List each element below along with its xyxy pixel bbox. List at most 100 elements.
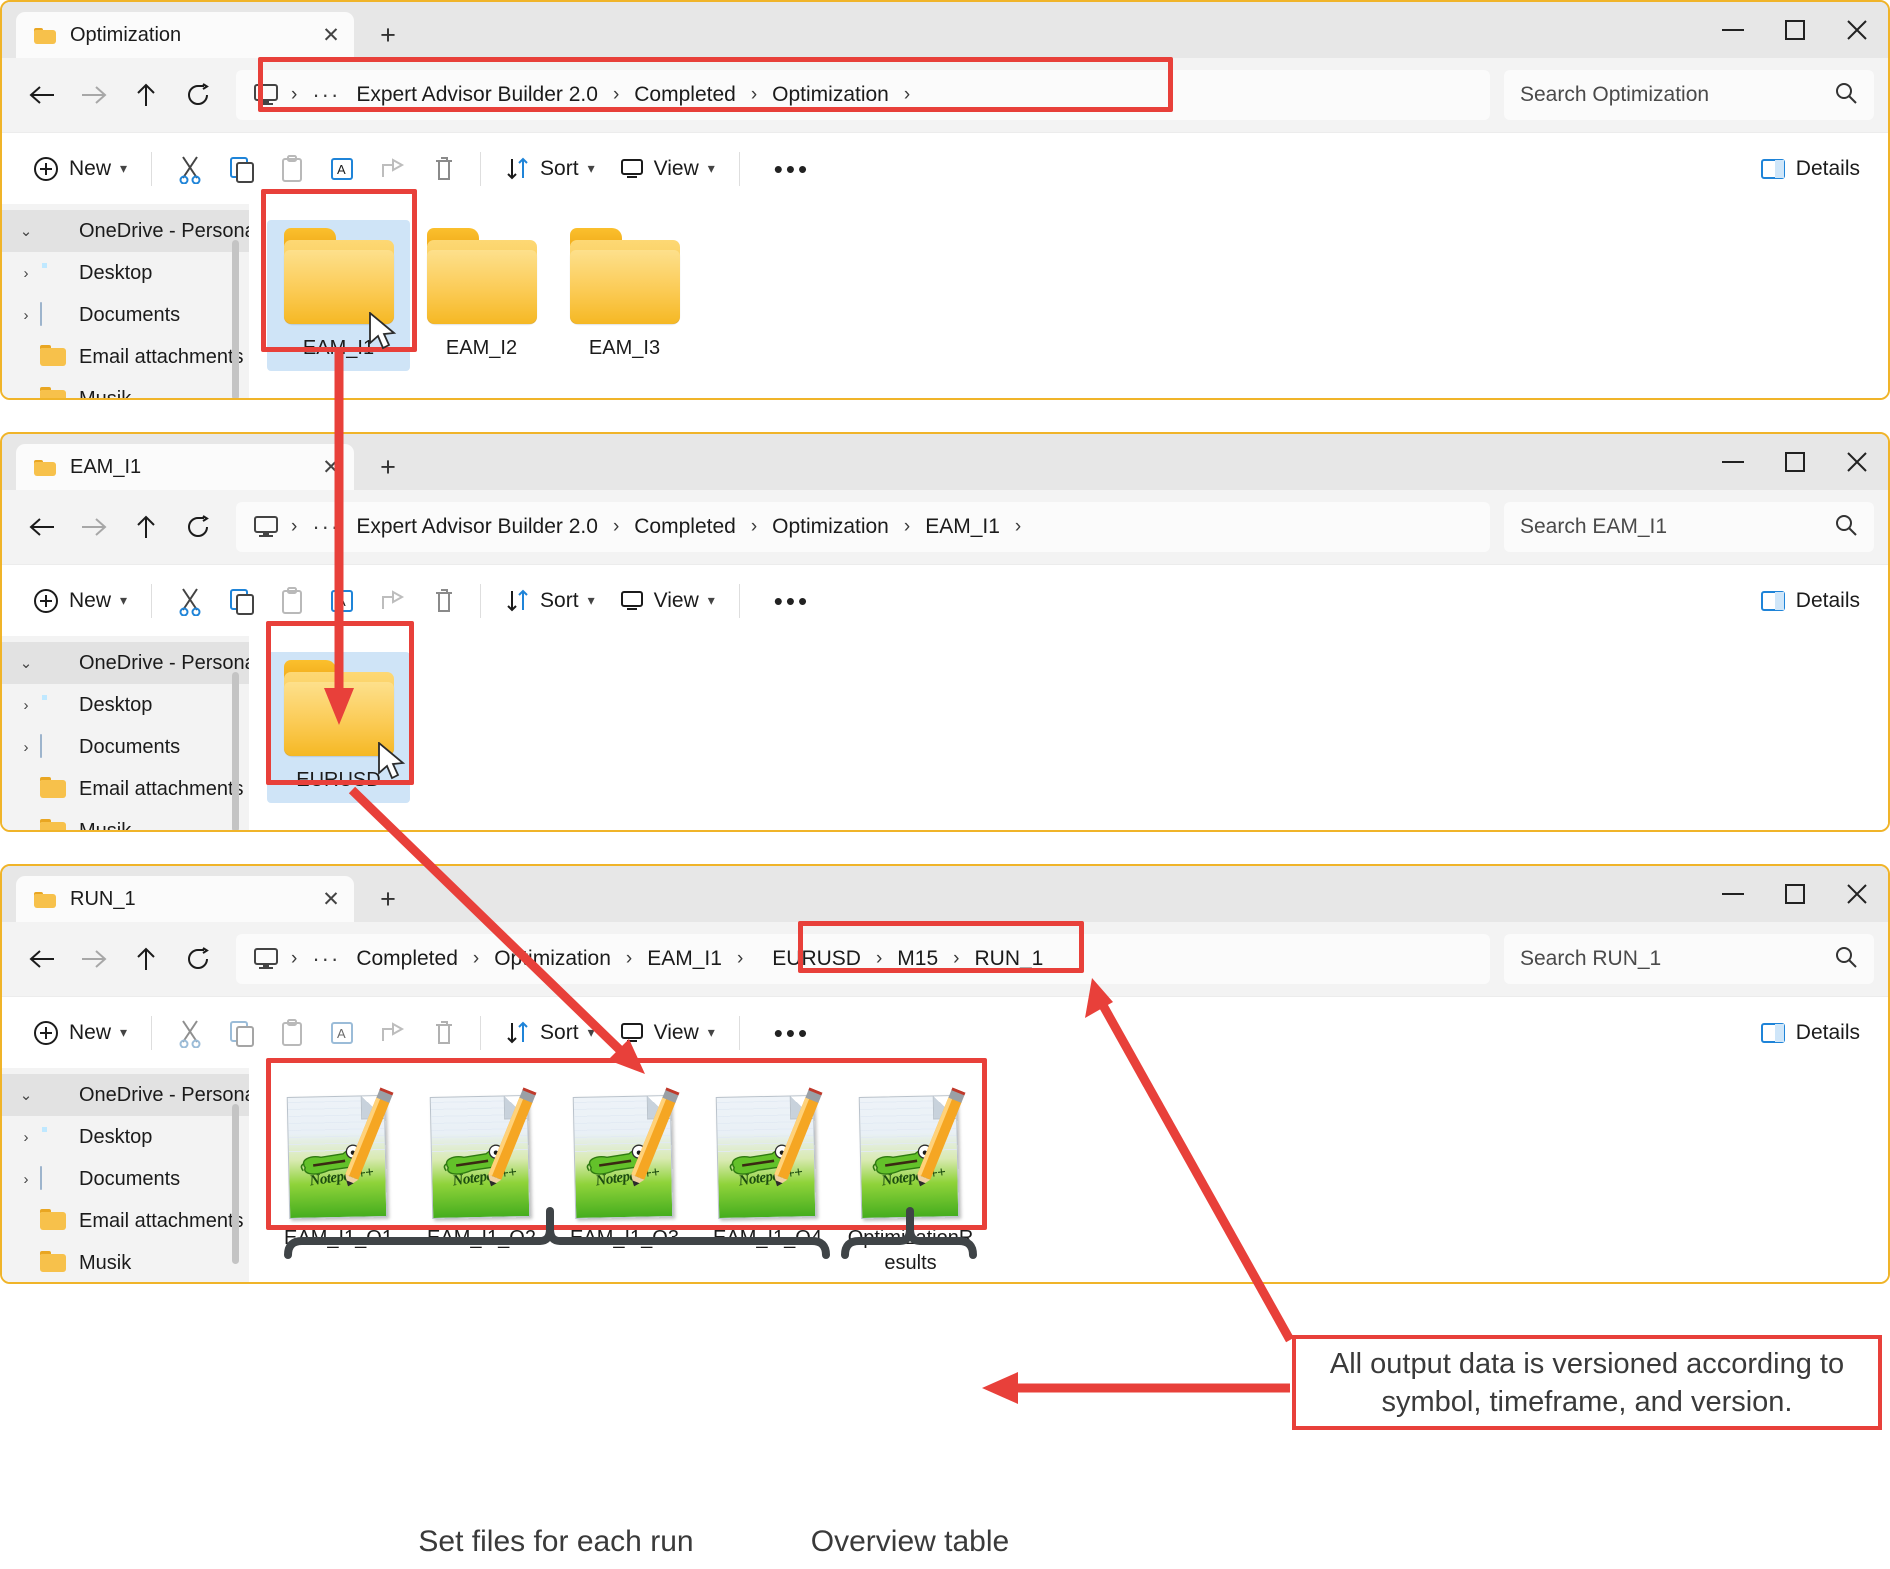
sidebar-item-desktop[interactable]: › Desktop [2, 252, 249, 294]
sidebar-item-email-attachments[interactable]: Email attachments [2, 336, 249, 378]
details-pane-button[interactable]: Details [1750, 1009, 1870, 1057]
rename-button[interactable]: A [316, 1009, 368, 1057]
sidebar-item-onedrive[interactable]: ⌄ OneDrive - Personal [2, 1074, 260, 1116]
this-pc-icon[interactable] [252, 82, 280, 108]
file-item-eam-i1-o4[interactable]: Notepad++ EAM_I1_O4 [696, 1084, 839, 1261]
forward-button[interactable] [68, 933, 120, 985]
details-pane-button[interactable]: Details [1750, 577, 1870, 625]
file-item-eam-i2[interactable]: EAM_I2 [410, 220, 553, 371]
share-button[interactable] [368, 577, 420, 625]
sidebar-item-documents[interactable]: › Documents [2, 1158, 249, 1200]
sort-button[interactable]: Sort ▾ [493, 1009, 607, 1057]
sidebar-item-onedrive[interactable]: ⌄ OneDrive - Personal [2, 642, 260, 684]
close-window-button[interactable] [1826, 866, 1888, 922]
back-button[interactable] [16, 933, 68, 985]
sidebar-scrollbar[interactable] [232, 1104, 239, 1264]
forward-button[interactable] [68, 501, 120, 553]
this-pc-icon[interactable] [252, 946, 280, 972]
chevron-down-icon[interactable]: ▾ [708, 1024, 715, 1041]
up-button[interactable] [120, 69, 172, 121]
new-button[interactable]: New ▾ [20, 1009, 139, 1057]
sidebar-item-desktop[interactable]: › Desktop [2, 1116, 249, 1158]
breadcrumb-item-4[interactable]: M15 [889, 943, 946, 975]
sidebar-item-documents[interactable]: › Documents [2, 726, 249, 768]
chevron-right-icon[interactable]: › [12, 307, 40, 324]
breadcrumb-item-0[interactable]: Expert Advisor Builder 2.0 [348, 511, 606, 543]
chevron-down-icon[interactable]: ▾ [120, 592, 127, 609]
breadcrumb-item-2[interactable]: Optimization [764, 79, 897, 111]
view-button[interactable]: View ▾ [607, 1009, 727, 1057]
more-options-button[interactable]: ••• [752, 577, 832, 625]
breadcrumb[interactable]: › ··· Expert Advisor Builder 2.0 › Compl… [236, 502, 1490, 552]
sidebar-scrollbar[interactable] [232, 672, 239, 830]
breadcrumb-overflow[interactable]: ··· [304, 82, 348, 108]
breadcrumb-item-2[interactable]: EAM_I1 [639, 943, 730, 975]
navigation-pane[interactable]: ⌄ OneDrive - Personal › Desktop › Docume… [2, 1068, 260, 1282]
forward-button[interactable] [68, 69, 120, 121]
close-window-button[interactable] [1826, 434, 1888, 490]
close-tab-icon[interactable]: ✕ [316, 884, 346, 914]
minimize-button[interactable] [1702, 2, 1764, 58]
chevron-down-icon[interactable]: ⌄ [12, 222, 40, 240]
cut-button[interactable] [164, 577, 216, 625]
breadcrumb-item-0[interactable]: Expert Advisor Builder 2.0 [348, 79, 606, 111]
breadcrumb-item-0[interactable]: Completed [348, 943, 466, 975]
file-item-eam-i1[interactable]: EAM_I1 [267, 220, 410, 371]
breadcrumb-item-2[interactable]: Optimization [764, 511, 897, 543]
cut-button[interactable] [164, 145, 216, 193]
delete-button[interactable] [420, 145, 468, 193]
minimize-button[interactable] [1702, 866, 1764, 922]
back-button[interactable] [16, 69, 68, 121]
cut-button[interactable] [164, 1009, 216, 1057]
refresh-button[interactable] [172, 933, 224, 985]
file-list[interactable]: EURUSD [249, 636, 1888, 830]
chevron-right-icon[interactable]: › [12, 739, 40, 756]
chevron-right-icon[interactable]: › [12, 697, 40, 714]
close-tab-icon[interactable]: ✕ [316, 452, 346, 482]
breadcrumb-overflow[interactable]: ··· [304, 514, 348, 540]
more-options-button[interactable]: ••• [752, 1009, 832, 1057]
new-button[interactable]: New ▾ [20, 145, 139, 193]
share-button[interactable] [368, 145, 420, 193]
sidebar-item-musik[interactable]: Musik [2, 810, 249, 831]
close-window-button[interactable] [1826, 2, 1888, 58]
chevron-down-icon[interactable]: ▾ [708, 592, 715, 609]
sidebar-item-email-attachments[interactable]: Email attachments [2, 768, 249, 810]
new-tab-button[interactable]: + [368, 447, 408, 487]
share-button[interactable] [368, 1009, 420, 1057]
chevron-down-icon[interactable]: ⌄ [12, 1086, 40, 1104]
search-icon[interactable] [1834, 81, 1858, 110]
file-item-eam-i1-o3[interactable]: Notepad++ EAM_I1_O3 [553, 1084, 696, 1261]
maximize-button[interactable] [1764, 434, 1826, 490]
breadcrumb[interactable]: › ··· Completed › Optimization › EAM_I1 … [236, 934, 1490, 984]
copy-button[interactable] [216, 145, 268, 193]
new-tab-button[interactable]: + [368, 879, 408, 919]
chevron-down-icon[interactable]: ▾ [120, 1024, 127, 1041]
copy-button[interactable] [216, 577, 268, 625]
view-button[interactable]: View ▾ [607, 145, 727, 193]
paste-button[interactable] [268, 145, 316, 193]
chevron-right-icon[interactable]: › [12, 1129, 40, 1146]
rename-button[interactable]: A [316, 577, 368, 625]
search-input[interactable]: Search EAM_I1 [1504, 502, 1874, 552]
sidebar-scrollbar[interactable] [232, 240, 239, 398]
paste-button[interactable] [268, 1009, 316, 1057]
breadcrumb-overflow[interactable]: ··· [304, 946, 348, 972]
paste-button[interactable] [268, 577, 316, 625]
explorer-window-run-1[interactable]: RUN_1 ✕ + › ··· Completed › Optimization [0, 864, 1890, 1284]
up-button[interactable] [120, 501, 172, 553]
new-tab-button[interactable]: + [368, 15, 408, 55]
search-input[interactable]: Search RUN_1 [1504, 934, 1874, 984]
back-button[interactable] [16, 501, 68, 553]
search-icon[interactable] [1834, 513, 1858, 542]
sidebar-item-musik[interactable]: Musik [2, 378, 249, 399]
file-list[interactable]: EAM_I1 EAM_I2 EAM_I3 [249, 204, 1888, 398]
rename-button[interactable]: A [316, 145, 368, 193]
details-pane-button[interactable]: Details [1750, 145, 1870, 193]
minimize-button[interactable] [1702, 434, 1764, 490]
view-button[interactable]: View ▾ [607, 577, 727, 625]
breadcrumb[interactable]: › ··· Expert Advisor Builder 2.0 › Compl… [236, 70, 1490, 120]
up-button[interactable] [120, 933, 172, 985]
tab-run-1[interactable]: RUN_1 ✕ [16, 876, 354, 922]
refresh-button[interactable] [172, 501, 224, 553]
